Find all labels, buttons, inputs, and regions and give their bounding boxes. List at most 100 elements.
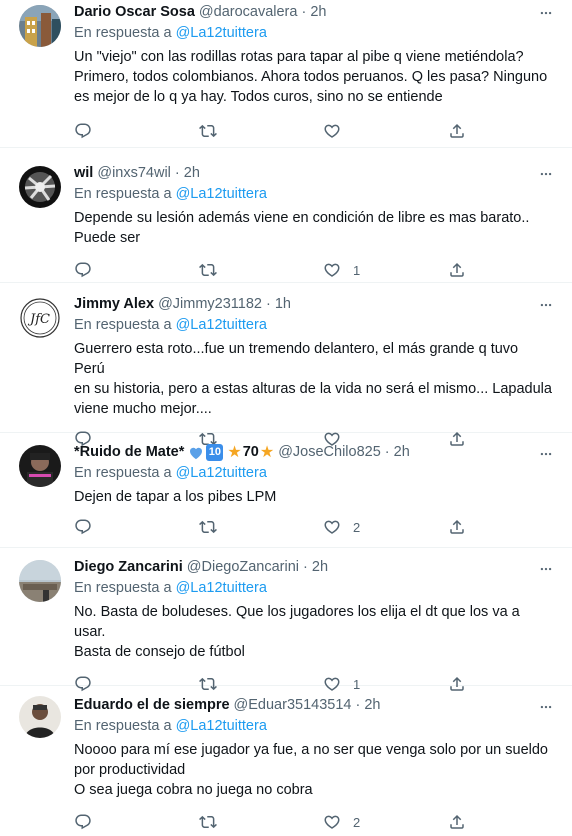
heart-icon	[323, 813, 341, 831]
tweet-time[interactable]: 2h	[312, 558, 328, 577]
separator-dot: ·	[384, 444, 390, 460]
reply-prefix: En respuesta a	[74, 580, 172, 596]
avatar[interactable]: JfC	[19, 297, 61, 339]
tweet-text-line: O sea juega cobra no juega no cobra	[74, 782, 313, 798]
author-handle[interactable]: @darocavalera	[199, 3, 298, 22]
reply-prefix: En respuesta a	[74, 186, 172, 202]
tweet-text-line: viene mucho mejor....	[74, 401, 212, 417]
tweet-text-line: Depende su lesión además viene en condic…	[74, 210, 530, 226]
blue-heart-icon	[188, 445, 204, 460]
share-button[interactable]	[448, 813, 572, 831]
reply-to-link[interactable]: @La12tuittera	[176, 718, 267, 734]
share-button[interactable]	[448, 122, 572, 140]
tweet-text-line: es mejor de lo q ya hay. Todos curos, si…	[74, 89, 443, 105]
more-icon[interactable]	[536, 562, 556, 576]
like-button[interactable]: 2	[323, 813, 448, 831]
author-handle[interactable]: @inxs74wil	[97, 164, 171, 183]
more-icon[interactable]	[536, 447, 556, 461]
author-handle[interactable]: @Jimmy231182	[158, 295, 262, 314]
reply-button[interactable]	[74, 122, 199, 140]
avatar[interactable]	[19, 445, 61, 487]
reply-button[interactable]	[74, 518, 199, 536]
avatar[interactable]	[19, 560, 61, 602]
author-handle[interactable]: @Eduar35143514	[234, 696, 352, 715]
share-button[interactable]	[448, 518, 572, 536]
heart-icon	[323, 261, 341, 279]
tweet-text: No. Basta de boludeses. Que los jugadore…	[74, 602, 572, 662]
more-icon[interactable]	[536, 298, 556, 312]
tweet[interactable]: Eduardo el de siempre @Eduar35143514 · 2…	[0, 686, 572, 836]
reply-to-link[interactable]: @La12tuittera	[176, 317, 267, 333]
more-icon[interactable]	[536, 700, 556, 714]
like-button[interactable]: 2	[323, 518, 448, 536]
retweet-button[interactable]	[199, 261, 324, 279]
tweet-text-line: Basta de consejo de fútbol	[74, 644, 245, 660]
tweet-text-line: Un "viejo" con las rodillas rotas para t…	[74, 49, 524, 65]
tweet-time[interactable]: 1h	[275, 295, 291, 314]
avatar[interactable]	[19, 166, 61, 208]
author-handle[interactable]: @DiegoZancarini	[187, 558, 299, 577]
reply-to-link[interactable]: @La12tuittera	[176, 580, 267, 596]
retweet-button[interactable]	[199, 813, 324, 831]
reply-button[interactable]	[74, 813, 199, 831]
more-icon[interactable]	[536, 167, 556, 181]
tweet-time[interactable]: 2h	[364, 696, 380, 715]
tweet-text-line: en su historia, pero a estas alturas de …	[74, 381, 552, 397]
tweet-text-line: por productividad	[74, 762, 186, 778]
tweet[interactable]: JfC Jimmy Alex @Jimmy231182 · 1h En resp…	[0, 283, 572, 433]
tweet-time[interactable]: 2h	[184, 164, 200, 183]
star-icon: ★	[227, 444, 242, 461]
reply-prefix: En respuesta a	[74, 465, 172, 481]
tweet-text: Depende su lesión además viene en condic…	[74, 208, 572, 248]
like-button[interactable]: 1	[323, 261, 448, 279]
avatar[interactable]	[19, 5, 61, 47]
reply-to-link[interactable]: @La12tuittera	[176, 186, 267, 202]
author-name[interactable]: *Ruido de Mate*	[74, 443, 184, 462]
tweet[interactable]: *Ruido de Mate* 10 ★ 70 ★ @JoseChilo825 …	[0, 433, 572, 548]
author-name[interactable]: Jimmy Alex	[74, 295, 154, 314]
reply-to-link[interactable]: @La12tuittera	[176, 25, 267, 41]
like-count: 1	[353, 262, 361, 278]
retweet-button[interactable]	[199, 518, 324, 536]
author-handle[interactable]: @JoseChilo825	[278, 443, 381, 462]
reply-context: En respuesta a @La12tuittera	[74, 717, 572, 736]
reply-button[interactable]	[74, 261, 199, 279]
tweet-time[interactable]: 2h	[310, 3, 326, 22]
tweet-actions	[74, 121, 572, 141]
retweet-icon	[199, 813, 217, 831]
share-icon	[448, 122, 466, 140]
tweet-text-line: Guerrero esta roto...fue un tremendo del…	[74, 341, 519, 377]
share-button[interactable]	[448, 261, 572, 279]
reply-context: En respuesta a @La12tuittera	[74, 24, 572, 43]
reply-context: En respuesta a @La12tuittera	[74, 579, 572, 598]
separator-dot: ·	[174, 165, 180, 181]
share-icon	[448, 813, 466, 831]
author-name[interactable]: Eduardo el de siempre	[74, 696, 230, 715]
like-count: 2	[353, 814, 361, 830]
author-name[interactable]: Diego Zancarini	[74, 558, 183, 577]
like-button[interactable]	[323, 122, 448, 140]
avatar[interactable]	[19, 696, 61, 738]
tweet-text-line: No. Basta de boludeses. Que los jugadore…	[74, 604, 520, 640]
reply-prefix: En respuesta a	[74, 718, 172, 734]
author-name[interactable]: wil	[74, 164, 93, 183]
more-icon[interactable]	[536, 6, 556, 20]
tweet[interactable]: Dario Oscar Sosa @darocavalera · 2h En r…	[0, 0, 572, 148]
tweet[interactable]: Diego Zancarini @DiegoZancarini · 2h En …	[0, 548, 572, 692]
keycap-ten-icon: 10	[206, 444, 224, 461]
reply-context: En respuesta a @La12tuittera	[74, 316, 572, 335]
reply-to-link[interactable]: @La12tuittera	[176, 465, 267, 481]
separator-dot: ·	[265, 296, 271, 312]
tweet-time[interactable]: 2h	[394, 443, 410, 462]
tweet-text-line: Dejen de tapar a los pibes LPM	[74, 489, 277, 505]
author-name[interactable]: Dario Oscar Sosa	[74, 3, 195, 22]
tweet[interactable]: wil @inxs74wil · 2h En respuesta a @La12…	[0, 148, 572, 283]
svg-text:JfC: JfC	[27, 312, 50, 327]
retweet-button[interactable]	[199, 122, 324, 140]
separator-dot: ·	[301, 4, 307, 20]
tweet-actions: 2	[74, 517, 572, 537]
reply-prefix: En respuesta a	[74, 25, 172, 41]
tweet-actions: 2	[74, 812, 572, 832]
tweet-actions: 1	[74, 260, 572, 280]
tweet-text-line: Primero, todos colombianos. Ahora todos …	[74, 69, 548, 85]
